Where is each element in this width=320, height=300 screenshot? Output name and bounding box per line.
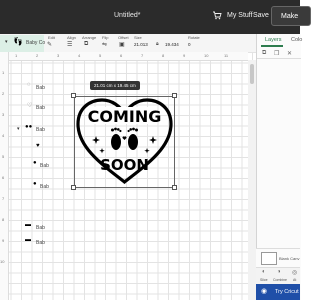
my-stuff-link[interactable]: My Stuff: [227, 12, 253, 19]
ruler-top-num: 8: [162, 53, 165, 58]
cart-icon[interactable]: [212, 10, 222, 20]
slice-label[interactable]: Slice: [260, 278, 268, 282]
ruler-top-num: 4: [78, 53, 81, 58]
offset-label: Offset: [118, 35, 129, 40]
ruler-top-num: 5: [99, 53, 102, 58]
layer-item[interactable]: ♥: [0, 143, 44, 157]
layer-thumb-icon: ◌: [27, 82, 31, 88]
heart-layer-icon: ♥: [36, 143, 40, 149]
combine-icon[interactable]: ◑: [277, 269, 281, 275]
scrollbar-thumb[interactable]: [250, 64, 254, 84]
try-cricut-label: Try Cricut: [275, 289, 299, 295]
ruler-left-num: 7: [2, 196, 5, 201]
resize-handle-tr[interactable]: [172, 93, 177, 98]
try-cricut-access-button[interactable]: ◉ Try Cricut: [256, 284, 300, 300]
layer-label: Bab: [40, 163, 49, 169]
align-label: Align: [67, 35, 76, 40]
ruler-left-num: 10: [0, 259, 5, 264]
layer-item[interactable]: ♡ Bab: [0, 102, 45, 116]
slice-icon[interactable]: ◐: [262, 269, 266, 275]
ruler-top-num: 1: [15, 53, 18, 58]
ruler-top-num: 7: [141, 53, 144, 58]
layer-item[interactable]: ● Bab: [0, 160, 49, 174]
group-layer-label: Baby Co: [26, 40, 46, 46]
ruler-top-num: 11: [224, 53, 229, 58]
layer-thumb-icon: ♡: [27, 103, 33, 109]
flip-label: Flip: [102, 35, 109, 40]
tab-active-indicator: [261, 45, 283, 47]
offset-icon[interactable]: ▣: [119, 41, 125, 48]
delete-icon[interactable]: ✕: [287, 50, 292, 57]
ruler-top-num: 3: [57, 53, 60, 58]
attach-label[interactable]: At: [293, 278, 296, 282]
layer-item[interactable]: ● Bab: [0, 181, 49, 195]
save-button[interactable]: Save: [253, 12, 269, 19]
arrange-label: Arrange: [82, 35, 97, 40]
resize-handle-br[interactable]: [172, 185, 177, 190]
size-h-field[interactable]: 19.434: [165, 42, 179, 47]
layer-actions-bar: ◐ Slice ◑ Combine ◎ At: [256, 267, 300, 285]
ruler-top-num: 10: [204, 53, 209, 58]
layer-item[interactable]: ▬ Bab: [0, 237, 45, 251]
ruler-top-num: 6: [120, 53, 123, 58]
ruler-top-num: 2: [36, 53, 39, 58]
blank-canvas-row[interactable]: Blank Canv: [256, 248, 300, 267]
group-icon[interactable]: ⧉: [262, 50, 266, 57]
document-title[interactable]: Untitled*: [114, 12, 140, 19]
size-w-field[interactable]: 21.013: [134, 42, 148, 47]
rotate-label: Rotate: [188, 35, 200, 40]
chevron-down-icon[interactable]: ▾: [17, 126, 20, 132]
layer-label: Bab: [36, 240, 45, 246]
flip-icon[interactable]: ⇋: [102, 41, 107, 48]
layer-thumb-icon: ▬: [25, 237, 31, 243]
layer-item[interactable]: ▾ ●● Bab: [0, 124, 45, 138]
duplicate-icon[interactable]: ❐: [274, 50, 279, 57]
make-button[interactable]: Make: [271, 6, 311, 26]
edit-icon[interactable]: ✎: [47, 41, 52, 48]
ruler-left-num: 1: [2, 70, 5, 75]
layer-thumb-icon: ●: [33, 160, 37, 166]
resize-handle-tl[interactable]: [71, 93, 76, 98]
attach-icon[interactable]: ◎: [292, 269, 297, 276]
blank-canvas-label: Blank Canv: [279, 256, 300, 261]
edit-label: Edit: [48, 35, 55, 40]
layer-label: Bab: [36, 105, 45, 111]
ruler-top: 1 2 3 4 5 6 7 8 9 10 11: [8, 52, 248, 61]
resize-handle-bl[interactable]: [71, 185, 76, 190]
layer-thumb-icon: ▬: [25, 222, 31, 228]
combine-label[interactable]: Combine: [273, 278, 287, 282]
layer-item[interactable]: ▬ Bab: [0, 222, 45, 236]
lock-icon[interactable]: 🔒︎: [156, 41, 159, 47]
canvas-scrollbar[interactable]: [248, 60, 256, 300]
layer-tools: ⧉ ❐ ✕: [257, 49, 301, 59]
layer-label: Bab: [36, 127, 45, 133]
layer-label: Bab: [40, 184, 49, 190]
layer-label: Bab: [36, 85, 45, 91]
ruler-left-num: 6: [2, 175, 5, 180]
selection-box[interactable]: [74, 96, 175, 188]
align-icon[interactable]: ☰: [67, 41, 72, 48]
arrange-icon[interactable]: ⧉: [84, 41, 88, 48]
dimensions-badge: 21.01 cm x 19.45 cm: [90, 81, 140, 90]
chevron-down-icon[interactable]: ▾: [5, 39, 8, 45]
layer-item[interactable]: ◌ Bab: [0, 82, 45, 96]
tab-layers[interactable]: Layers: [265, 37, 282, 43]
cricut-logo-icon: ◉: [261, 288, 268, 295]
layer-label: Bab: [36, 225, 45, 231]
tab-color-sync[interactable]: Colo: [291, 37, 302, 43]
ruler-top-num: 9: [183, 53, 186, 58]
top-bar: Untitled* My Stuff Save Make: [0, 0, 311, 34]
layer-thumb-icon: ●: [33, 181, 37, 187]
size-label: Size: [134, 35, 142, 40]
rotate-field[interactable]: 0: [188, 42, 191, 47]
layer-group-row[interactable]: ▾ 👣︎ Baby Co: [0, 35, 46, 52]
baby-feet-layer-icon: 👣︎: [13, 37, 24, 46]
blank-canvas-thumb: [261, 252, 277, 265]
feet-layer-icon: ●●: [25, 124, 33, 130]
